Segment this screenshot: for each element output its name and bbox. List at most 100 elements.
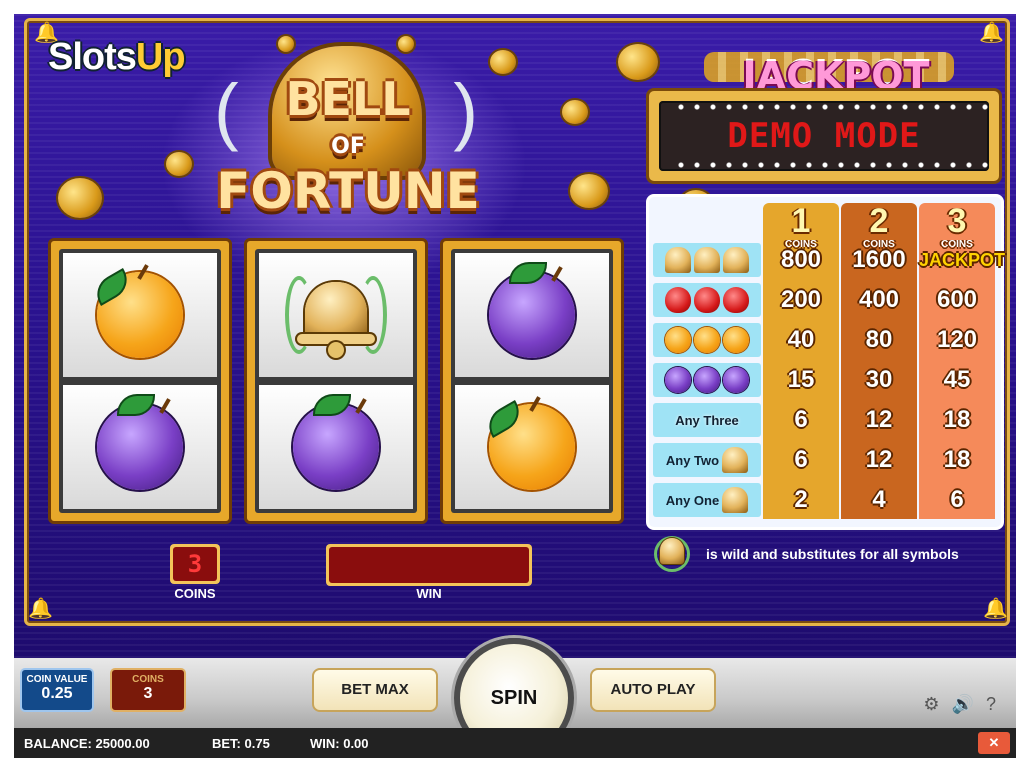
plum-icon <box>665 367 691 393</box>
paytable-value: 6 <box>950 486 964 513</box>
paytable-value: 4 <box>872 486 886 513</box>
paytable-value: 40 <box>787 326 815 353</box>
paytable-row: Any One 2 4 6 <box>653 481 997 519</box>
coins-display: 3 <box>170 544 220 584</box>
bell-icon <box>285 272 387 358</box>
close-button[interactable]: ✕ <box>978 732 1010 754</box>
win-display-label: WIN <box>416 586 442 601</box>
paytable-symbols: Any Two <box>653 443 761 477</box>
help-icon[interactable]: ? <box>986 694 996 715</box>
status-bar: BALANCE: 25000.00 BET: 0.75 WIN: 0.00 ✕ <box>14 728 1016 758</box>
sound-icon[interactable]: 🔊 <box>952 694 974 715</box>
title-line-1: BELL <box>285 72 411 126</box>
jackpot-screen: DEMO MODE <box>659 101 995 171</box>
corner-bell-icon: 🔔 <box>28 598 53 620</box>
paytable-value: 18 <box>943 446 971 473</box>
paytable-row-label: Any Three <box>675 412 739 428</box>
paytable-header-num: 2 <box>869 202 889 240</box>
coins-button[interactable]: COINS 3 <box>110 668 186 712</box>
bell-icon <box>722 487 749 513</box>
reel-symbol <box>455 385 609 509</box>
coins-display-label: COINS <box>174 586 216 601</box>
paytable-symbols <box>653 283 761 317</box>
paytable-value: 1600 <box>852 246 906 273</box>
paytable-symbols <box>653 363 761 397</box>
corner-bell-icon: 🔔 <box>979 22 1004 44</box>
paytable-value: 600 <box>936 286 978 313</box>
paytable-value: 12 <box>865 406 893 433</box>
coin-icon <box>166 152 192 176</box>
logo-text: Slots <box>48 35 137 78</box>
coin-icon <box>562 100 588 124</box>
paytable-row: Any Three 6 12 18 <box>653 401 997 439</box>
settings-icon[interactable]: ⚙ <box>923 694 939 715</box>
coin-icon <box>58 178 102 218</box>
wild-note: is wild and substitutes for all symbols <box>652 534 959 574</box>
coin-value-label: COIN VALUE <box>26 674 88 685</box>
plum-icon <box>723 367 749 393</box>
paytable-symbols <box>653 243 761 277</box>
reel-2 <box>244 238 428 524</box>
plum-icon <box>97 396 183 490</box>
paytable-symbols: Any Three <box>653 403 761 437</box>
paytable-row: 15 30 45 <box>653 361 997 399</box>
reel-symbol <box>259 253 413 377</box>
bet-text: BET: 0.75 <box>212 736 270 751</box>
paytable-value: 6 <box>794 446 808 473</box>
plum-icon <box>489 264 575 358</box>
orange-icon <box>92 264 183 358</box>
paytable-row: Any Two 6 12 18 <box>653 441 997 479</box>
paytable-row-label: Any Two <box>665 452 720 468</box>
paytable-value: 6 <box>794 406 808 433</box>
game-title: ( ) BELL OF FORTUNE <box>202 38 494 248</box>
paytable-header-num: 1 <box>791 202 811 240</box>
orange-icon <box>484 396 575 490</box>
orange-icon <box>665 327 691 353</box>
paytable-value: 120 <box>936 326 978 353</box>
coins-display-value: 3 <box>173 547 217 581</box>
wild-note-text: is wild and substitutes for all symbols <box>706 546 959 562</box>
paytable-value-jackpot: JACKPOT <box>919 250 1006 270</box>
paytable-row-label: Any One <box>665 492 720 508</box>
plum-icon <box>694 367 720 393</box>
reel-symbol <box>455 253 609 377</box>
orange-icon <box>694 327 720 353</box>
title-line-3: FORTUNE <box>216 162 480 220</box>
title-line-2: OF <box>331 134 365 159</box>
coin-value: 0.25 <box>41 685 73 702</box>
bet-max-button[interactable]: BET MAX <box>312 668 438 712</box>
paytable-symbols: Any One <box>653 483 761 517</box>
game-stage: 🔔 🔔 🔔 🔔 Slots Up ( ) BELL OF FORTUNE JACK… <box>14 14 1016 658</box>
auto-play-button[interactable]: AUTO PLAY <box>590 668 716 712</box>
paytable-value: 400 <box>858 286 900 313</box>
paytable-header-num: 3 <box>947 202 967 240</box>
coin-value-button[interactable]: COIN VALUE 0.25 <box>20 668 94 712</box>
coin-icon <box>570 174 608 208</box>
paytable-value: 800 <box>780 246 822 273</box>
paytable-value: 200 <box>780 286 822 313</box>
jackpot-display: DEMO MODE <box>646 88 1002 184</box>
bell-icon <box>723 247 749 273</box>
paytable-value: 2 <box>794 486 808 513</box>
orange-icon <box>723 327 749 353</box>
bell-icon <box>665 247 691 273</box>
win-display-screen <box>329 547 529 583</box>
reel-1 <box>48 238 232 524</box>
paytable-value: 12 <box>865 446 893 473</box>
paytable-symbols <box>653 323 761 357</box>
win-display <box>326 544 532 586</box>
coins-button-value: 3 <box>143 685 153 702</box>
strawberry-icon <box>694 287 720 313</box>
marquee-lights <box>673 161 995 169</box>
paytable-value: 30 <box>865 366 893 393</box>
balance-text: BALANCE: 25000.00 <box>24 736 150 751</box>
paytable-row: 200 400 600 <box>653 281 997 319</box>
coin-icon <box>618 44 658 80</box>
paytable: 1COINS 2COINS 3COINS 800 1600 JACKPOT <box>646 194 1006 530</box>
coins-button-label: COINS <box>132 674 164 685</box>
control-bar: COIN VALUE 0.25 COINS 3 BET MAX SPIN AUT… <box>14 638 1016 758</box>
paytable-value: 45 <box>943 366 971 393</box>
bell-icon <box>694 247 720 273</box>
win-text: WIN: 0.00 <box>310 736 369 751</box>
bell-icon <box>722 447 749 473</box>
